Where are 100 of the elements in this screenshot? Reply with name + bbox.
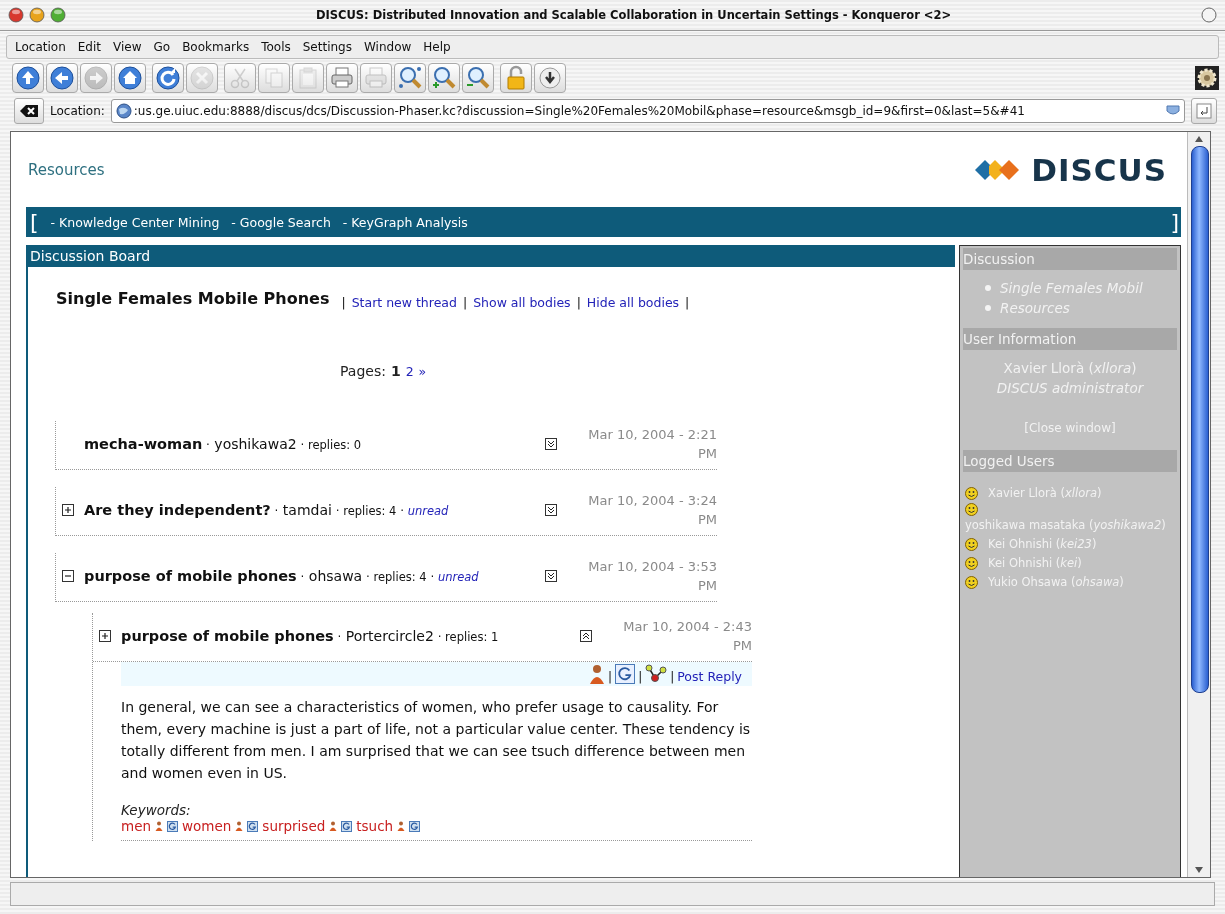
- minimize-button[interactable]: [29, 7, 45, 23]
- thread-title[interactable]: purpose of mobile phones: [121, 628, 334, 644]
- zoom-out-icon: [465, 65, 491, 91]
- current-page: 1: [390, 363, 401, 379]
- separator: |: [638, 670, 643, 684]
- page-link[interactable]: 2: [405, 364, 414, 379]
- panel-header: Discussion Board: [28, 245, 955, 267]
- go-button[interactable]: [1191, 98, 1217, 124]
- maximize-button[interactable]: [50, 7, 66, 23]
- menu-item[interactable]: Help: [419, 39, 455, 55]
- thread-title[interactable]: purpose of mobile phones: [84, 568, 297, 584]
- keyword-link[interactable]: women: [182, 818, 232, 834]
- toolbar-button[interactable]: [534, 63, 566, 93]
- unread-link[interactable]: unread: [434, 570, 479, 584]
- reply-count: replies: 1: [444, 630, 499, 644]
- menu-item[interactable]: Tools: [257, 39, 295, 55]
- menu-item[interactable]: Edit: [73, 39, 105, 55]
- expand-icon[interactable]: [62, 504, 74, 516]
- hide-body-icon[interactable]: [580, 630, 592, 642]
- person-icon[interactable]: [397, 821, 406, 831]
- action-link[interactable]: Show all bodies: [473, 295, 571, 310]
- person-icon[interactable]: [589, 664, 606, 684]
- author-name: tamdai: [281, 502, 332, 518]
- toolbar-button[interactable]: [46, 63, 78, 93]
- menu-item[interactable]: Bookmarks: [178, 39, 254, 55]
- show-body-icon[interactable]: [545, 438, 557, 450]
- logo-text: DISCUS: [1031, 151, 1167, 188]
- clear-button[interactable]: [14, 98, 44, 124]
- scroll-down-icon[interactable]: [1194, 866, 1204, 874]
- post-date: Mar 10, 2004 - 2:21 PM: [587, 426, 717, 463]
- toolbar-button[interactable]: [12, 63, 44, 93]
- smiley-icon: [965, 538, 978, 551]
- url-field[interactable]: :us.ge.uiuc.edu:8888/discus/dcs/Discussion-Phaser.kc?discussion=Single%20Females%20Mobil&phase=resource&msgb_id=9&first=0&last=5&#41: [110, 99, 1185, 123]
- nav-link[interactable]: - Google Search: [231, 214, 331, 230]
- nav-link[interactable]: - Knowledge Center Mining: [50, 214, 220, 230]
- separator: ·: [299, 570, 305, 584]
- show-body-icon[interactable]: [545, 504, 557, 516]
- scroll-up-icon[interactable]: [1194, 135, 1204, 143]
- close-button[interactable]: [8, 7, 24, 23]
- scrollbar[interactable]: [1187, 132, 1210, 877]
- menu-item[interactable]: View: [109, 39, 146, 55]
- menu-item[interactable]: Settings: [298, 39, 356, 55]
- separator: |: [685, 295, 690, 310]
- keyword-link[interactable]: men: [121, 818, 151, 834]
- shade-button[interactable]: [1201, 7, 1217, 23]
- separator: ·: [273, 504, 279, 518]
- separator: ·: [336, 630, 342, 644]
- printer-icon: [329, 65, 355, 91]
- expand-icon[interactable]: [99, 630, 111, 642]
- person-icon[interactable]: [329, 821, 338, 831]
- window-title: DISCUS: Distributed Innovation and Scalable Collaboration in Uncertain Settings - Konqueror <2>: [314, 8, 953, 22]
- thread-title[interactable]: mecha-woman: [84, 436, 203, 452]
- scroll-thumb[interactable]: [1191, 146, 1209, 693]
- gear-icon: [1195, 66, 1219, 90]
- resources-link[interactable]: Resources: [28, 160, 105, 179]
- discussion-title: Single Females Mobile Phones: [56, 289, 330, 308]
- menu-item[interactable]: Go: [149, 39, 175, 55]
- collapse-icon[interactable]: [62, 570, 74, 582]
- page-link[interactable]: »: [418, 364, 427, 379]
- unread-link[interactable]: unread: [404, 504, 449, 518]
- g-icon[interactable]: [247, 820, 259, 832]
- sidebar-header: User Information: [963, 328, 1177, 350]
- action-link[interactable]: Start new thread: [351, 295, 457, 310]
- show-body-icon[interactable]: [545, 570, 557, 582]
- separator: ·: [365, 570, 370, 584]
- post-reply-link[interactable]: Post Reply: [677, 669, 742, 684]
- nav-link[interactable]: - KeyGraph Analysis: [342, 214, 468, 230]
- download-icon: [537, 65, 563, 91]
- enter-icon: [1196, 103, 1212, 119]
- g-icon[interactable]: [341, 820, 353, 832]
- graph-icon[interactable]: [645, 664, 668, 684]
- clear-icon: [20, 104, 38, 118]
- magnifier-icon: [397, 65, 423, 91]
- g-icon[interactable]: [615, 664, 636, 684]
- separator: ·: [334, 504, 340, 518]
- toolbar-button[interactable]: [114, 63, 146, 93]
- smiley-icon: [965, 557, 978, 570]
- menu-item[interactable]: Location: [11, 39, 70, 55]
- smiley-icon: [965, 503, 978, 516]
- thread-title[interactable]: Are they independent?: [84, 502, 271, 518]
- separator: |: [608, 670, 613, 684]
- author-name: yoshikawa2: [213, 436, 297, 452]
- menu-item[interactable]: Window: [359, 39, 416, 55]
- reload-icon: [155, 65, 181, 91]
- person-icon[interactable]: [235, 821, 244, 831]
- action-link[interactable]: Hide all bodies: [586, 295, 680, 310]
- toolbar-button[interactable]: [152, 63, 184, 93]
- globe-icon: [115, 103, 132, 119]
- keywords-label: Keywords:: [121, 802, 192, 818]
- keyword-link[interactable]: surprised: [262, 818, 326, 834]
- post-date: Mar 10, 2004 - 3:24 PM: [587, 492, 717, 529]
- author-name: Portercircle2: [344, 628, 434, 644]
- person-icon[interactable]: [155, 821, 163, 831]
- g-icon[interactable]: [409, 820, 421, 832]
- keyword-link[interactable]: tsuch: [356, 818, 394, 834]
- separator: |: [576, 295, 581, 310]
- separator: |: [462, 295, 468, 310]
- separator: ·: [436, 630, 442, 644]
- g-icon[interactable]: [167, 820, 178, 832]
- bullet-icon: [985, 305, 991, 311]
